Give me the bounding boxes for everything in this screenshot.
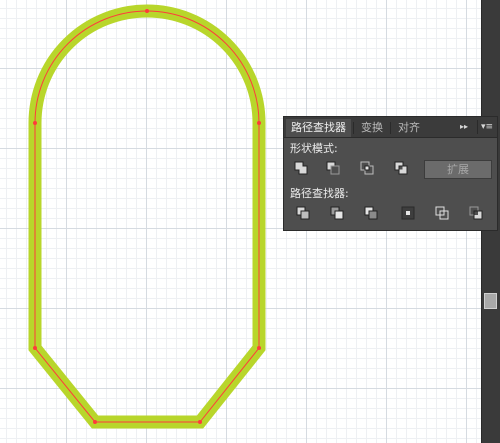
unite-icon[interactable]: [294, 161, 308, 175]
pathfinder-panel: 路径查找器 变换 对齐 ▸▸ ▾≡ 形状模式: 扩展 路径查找器:: [283, 116, 498, 231]
anchor-point: [257, 121, 261, 125]
tab-align[interactable]: 对齐: [393, 119, 425, 137]
tab-divider: [353, 122, 354, 134]
arch-shape-outline[interactable]: [28, 4, 266, 429]
merge-icon[interactable]: [364, 206, 378, 220]
anchor-point: [93, 420, 97, 424]
anchor-point: [198, 420, 202, 424]
anchor-points[interactable]: [33, 9, 261, 424]
anchor-point: [145, 9, 149, 13]
divide-icon[interactable]: [296, 206, 310, 220]
anchor-point: [257, 346, 261, 350]
panel-menu-button[interactable]: ▾≡: [477, 120, 496, 134]
intersect-icon[interactable]: [360, 161, 374, 175]
collapse-panel-button[interactable]: ▸▸: [457, 120, 471, 134]
pathfinders-label: 路径查找器:: [290, 187, 349, 200]
minus-back-icon[interactable]: [469, 206, 483, 220]
outline-icon[interactable]: [435, 206, 449, 220]
shape-modes-label: 形状模式:: [290, 142, 338, 155]
expand-button[interactable]: 扩展: [424, 160, 492, 179]
exclude-icon[interactable]: [394, 161, 408, 175]
anchor-point: [33, 121, 37, 125]
anchor-point: [33, 346, 37, 350]
trim-icon[interactable]: [330, 206, 344, 220]
crop-icon[interactable]: [401, 206, 415, 220]
scrollbar-thumb[interactable]: [484, 293, 497, 309]
tab-divider: [390, 122, 391, 134]
tab-transform[interactable]: 变换: [356, 119, 388, 137]
minus-front-icon[interactable]: [326, 161, 340, 175]
tab-pathfinder[interactable]: 路径查找器: [286, 119, 351, 137]
selected-path[interactable]: [34, 10, 260, 423]
panel-tab-bar: 路径查找器 变换 对齐 ▸▸ ▾≡: [284, 117, 497, 138]
